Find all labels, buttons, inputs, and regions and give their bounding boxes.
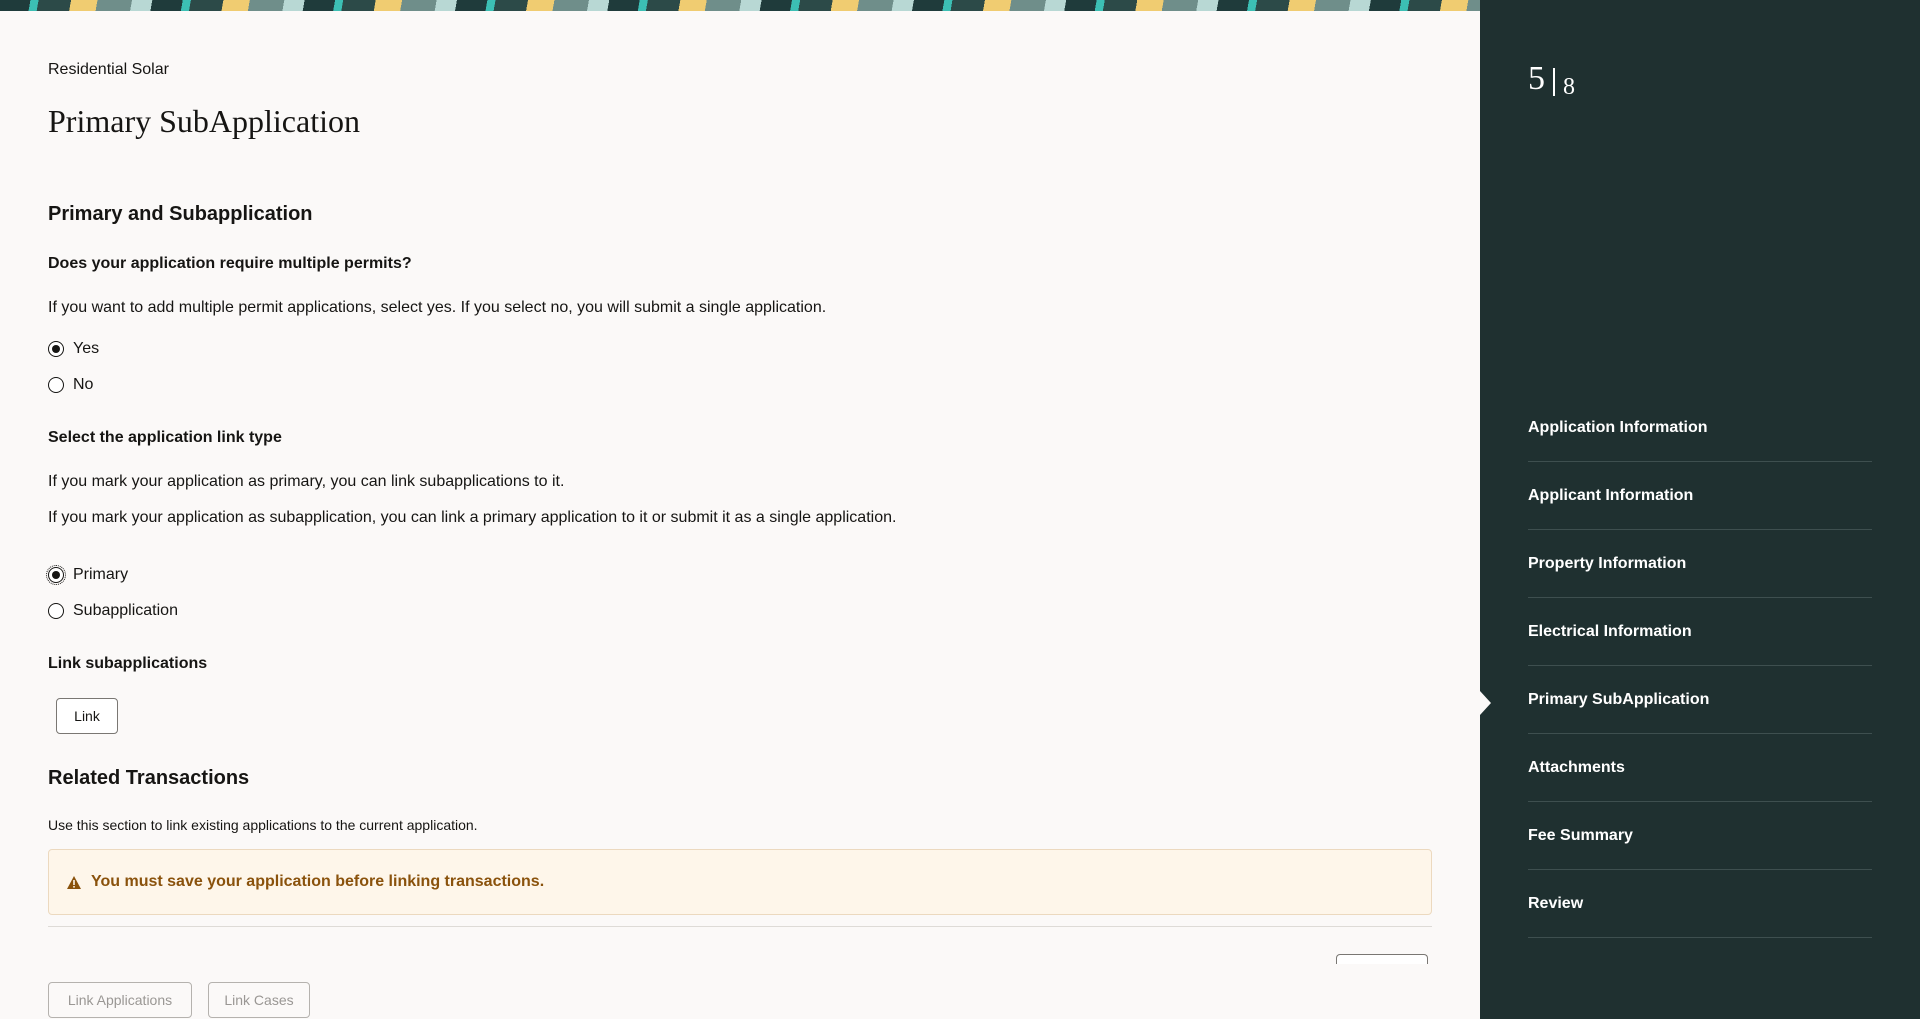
radio-yes-circle[interactable] — [48, 341, 64, 357]
radio-subapplication-label: Subapplication — [73, 602, 178, 619]
multiple-permits-help: If you want to add multiple permit appli… — [48, 299, 827, 316]
total-steps: 8 — [1563, 74, 1575, 100]
radio-primary[interactable]: Primary — [46, 565, 129, 585]
current-step: 5 — [1528, 60, 1545, 97]
radio-yes[interactable]: Yes — [48, 339, 99, 359]
step-nav: Application Information Applicant Inform… — [1528, 394, 1872, 938]
step-attachments[interactable]: Attachments — [1528, 734, 1872, 802]
step-review[interactable]: Review — [1528, 870, 1872, 938]
step-sidebar: 5 8 Application Information Applicant In… — [1480, 0, 1920, 1019]
step-fee-summary[interactable]: Fee Summary — [1528, 802, 1872, 870]
link-type-question: Select the application link type — [48, 429, 282, 446]
page-eyebrow: Residential Solar — [48, 61, 169, 78]
step-property-information[interactable]: Property Information — [1528, 530, 1872, 598]
link-subapplications-title: Link subapplications — [48, 655, 208, 672]
radio-yes-label: Yes — [73, 340, 100, 357]
warning-icon — [67, 875, 81, 889]
related-transactions-help: Use this section to link existing applic… — [48, 817, 478, 833]
radio-primary-circle[interactable] — [46, 565, 66, 585]
page-title: Primary SubApplication — [48, 103, 360, 139]
radio-no-label: No — [73, 376, 94, 393]
radio-primary-label: Primary — [73, 566, 129, 583]
step-application-information[interactable]: Application Information — [1528, 394, 1872, 462]
step-primary-subapplication[interactable]: Primary SubApplication — [1528, 666, 1872, 734]
multiple-permits-question: Does your application require multiple p… — [48, 255, 412, 272]
active-step-marker — [1480, 691, 1491, 715]
main-content: Residential Solar Primary SubApplication… — [0, 11, 1480, 1019]
divider — [48, 926, 1432, 927]
link-type-help-2: If you mark your application as subappli… — [48, 509, 897, 526]
radio-no-circle[interactable] — [48, 377, 64, 393]
link-applications-button[interactable]: Link Applications — [48, 982, 192, 1018]
radio-no[interactable]: No — [48, 375, 93, 395]
step-applicant-information[interactable]: Applicant Information — [1528, 462, 1872, 530]
step-pager: 5 8 — [1528, 62, 1575, 101]
warning-text: You must save your application before li… — [91, 873, 545, 890]
step-electrical-information[interactable]: Electrical Information — [1528, 598, 1872, 666]
link-cases-button[interactable]: Link Cases — [208, 982, 310, 1018]
partial-button[interactable] — [1336, 954, 1428, 964]
decorative-banner — [0, 0, 1480, 11]
section-title: Primary and Subapplication — [48, 203, 313, 225]
warning-message: You must save your application before li… — [48, 849, 1432, 915]
link-type-help-1: If you mark your application as primary,… — [48, 473, 565, 490]
link-button[interactable]: Link — [56, 698, 118, 734]
radio-subapplication-circle[interactable] — [48, 603, 64, 619]
radio-subapplication[interactable]: Subapplication — [48, 601, 178, 621]
related-transactions-title: Related Transactions — [48, 767, 250, 789]
pager-separator — [1553, 68, 1555, 96]
